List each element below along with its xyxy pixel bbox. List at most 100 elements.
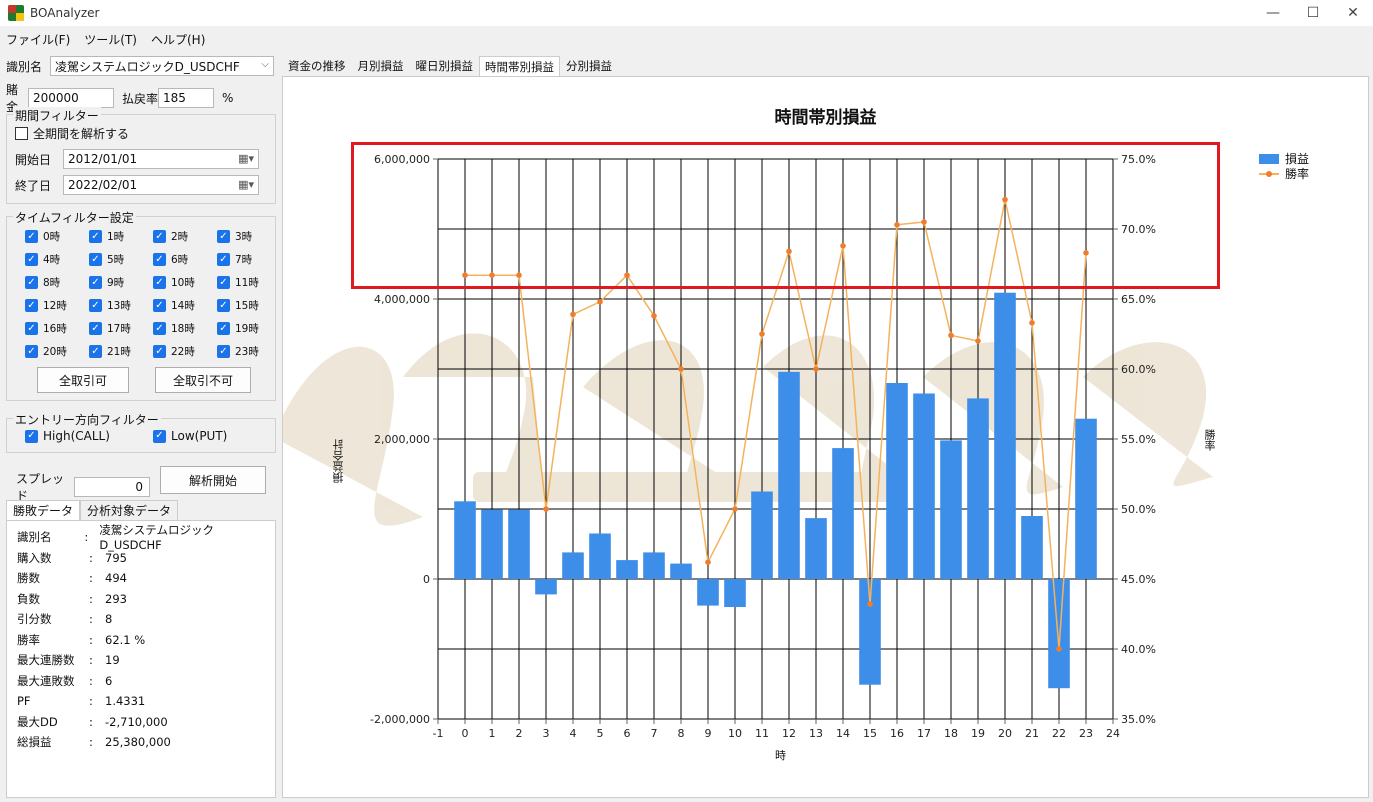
hour-filter-item[interactable]: ✓ 20時 — [25, 344, 67, 359]
stat-value: 25,380,000 — [105, 735, 171, 750]
hour-checkbox[interactable]: ✓ — [89, 322, 102, 335]
hour-filter-item[interactable]: ✓ 5時 — [89, 252, 124, 267]
hour-filter-item[interactable]: ✓ 17時 — [89, 321, 131, 336]
payout-input[interactable]: 185 — [158, 88, 214, 108]
bar-hour-7 — [643, 552, 665, 579]
x-tick-label: 14 — [836, 727, 850, 740]
hour-filter-item[interactable]: ✓ 15時 — [217, 298, 259, 313]
spread-label: スプレッド — [16, 472, 65, 503]
winrate-point-hour-7 — [651, 313, 657, 319]
start-date-picker[interactable]: 2012/01/01 ▦▾ — [63, 149, 259, 169]
stat-row: 負数:293 — [17, 589, 265, 610]
close-button[interactable]: ✕ — [1333, 0, 1373, 26]
stat-value: 293 — [105, 591, 127, 606]
all-off-button[interactable]: 全取引不可 — [155, 367, 251, 393]
hour-checkbox[interactable]: ✓ — [25, 253, 38, 266]
hour-checkbox[interactable]: ✓ — [89, 230, 102, 243]
hour-checkbox[interactable]: ✓ — [217, 230, 230, 243]
y2-tick-label: 35.0% — [1121, 713, 1156, 726]
hour-filter-item[interactable]: ✓ 11時 — [217, 275, 259, 290]
hour-checkbox[interactable]: ✓ — [153, 299, 166, 312]
hour-filter-item[interactable]: ✓ 7時 — [217, 252, 252, 267]
tab-monthly[interactable]: 月別損益 — [352, 56, 410, 76]
hour-filter-item[interactable]: ✓ 12時 — [25, 298, 67, 313]
hour-filter-item[interactable]: ✓ 13時 — [89, 298, 131, 313]
hour-filter-item[interactable]: ✓ 21時 — [89, 344, 131, 359]
hour-filter-item[interactable]: ✓ 22時 — [153, 344, 195, 359]
y2-axis-title: 勝率 — [1203, 429, 1216, 451]
end-date-picker[interactable]: 2022/02/01 ▦▾ — [63, 175, 259, 195]
hour-checkbox[interactable]: ✓ — [217, 345, 230, 358]
tab-fund-trend[interactable]: 資金の推移 — [282, 56, 352, 76]
hour-checkbox[interactable]: ✓ — [89, 253, 102, 266]
x-tick-label: 1 — [489, 727, 496, 740]
low-put-label: Low(PUT) — [171, 429, 228, 443]
tab-analysis-data[interactable]: 分析対象データ — [80, 500, 179, 520]
hour-checkbox[interactable]: ✓ — [217, 299, 230, 312]
hour-filter-item[interactable]: ✓ 23時 — [217, 344, 259, 359]
hour-filter-item[interactable]: ✓ 14時 — [153, 298, 195, 313]
minimize-button[interactable]: — — [1253, 0, 1293, 26]
high-call-checkbox[interactable]: ✓ — [25, 429, 38, 443]
hour-checkbox[interactable]: ✓ — [89, 276, 102, 289]
hour-checkbox[interactable]: ✓ — [25, 299, 38, 312]
id-label: 識別名 — [6, 59, 43, 74]
all-on-button[interactable]: 全取引可 — [37, 367, 129, 393]
all-period-checkbox[interactable] — [15, 127, 28, 140]
hour-filter-item[interactable]: ✓ 2時 — [153, 229, 188, 244]
hour-filter-item[interactable]: ✓ 3時 — [217, 229, 252, 244]
hour-filter-item[interactable]: ✓ 8時 — [25, 275, 60, 290]
tab-minute[interactable]: 分別損益 — [560, 56, 618, 76]
maximize-button[interactable]: ☐ — [1293, 0, 1333, 26]
stat-colon: : — [89, 673, 93, 688]
winrate-point-hour-15 — [867, 601, 873, 607]
hour-checkbox[interactable]: ✓ — [153, 322, 166, 335]
x-tick-label: 5 — [597, 727, 604, 740]
hour-checkbox[interactable]: ✓ — [217, 276, 230, 289]
y2-tick-label: 60.0% — [1121, 363, 1156, 376]
analyze-start-button[interactable]: 解析開始 — [160, 466, 266, 494]
x-tick-label: 4 — [570, 727, 577, 740]
hour-filter-item[interactable]: ✓ 18時 — [153, 321, 195, 336]
menu-tools[interactable]: ツール(T) — [84, 31, 137, 48]
tab-weekday[interactable]: 曜日別損益 — [410, 56, 480, 76]
hour-checkbox[interactable]: ✓ — [153, 345, 166, 358]
hour-filter-item[interactable]: ✓ 1時 — [89, 229, 124, 244]
hour-filter-item[interactable]: ✓ 6時 — [153, 252, 188, 267]
bar-hour-9 — [697, 579, 719, 606]
hour-checkbox[interactable]: ✓ — [89, 299, 102, 312]
hour-filter-item[interactable]: ✓ 4時 — [25, 252, 60, 267]
hour-checkbox[interactable]: ✓ — [153, 276, 166, 289]
spread-input[interactable]: 0 — [74, 477, 150, 497]
menu-file[interactable]: ファイル(F) — [6, 31, 70, 48]
winrate-point-hour-3 — [543, 506, 549, 512]
hour-checkbox-label: 18時 — [171, 323, 195, 335]
stat-key: 負数 — [17, 591, 40, 606]
hour-checkbox[interactable]: ✓ — [217, 322, 230, 335]
hour-checkbox[interactable]: ✓ — [153, 230, 166, 243]
bar-hour-18 — [940, 440, 962, 579]
hour-checkbox[interactable]: ✓ — [25, 230, 38, 243]
bet-input[interactable]: 200000 — [28, 88, 114, 108]
hour-checkbox[interactable]: ✓ — [217, 253, 230, 266]
stat-row: 最大連敗数:6 — [17, 671, 265, 692]
hour-checkbox[interactable]: ✓ — [25, 276, 38, 289]
hour-checkbox[interactable]: ✓ — [25, 322, 38, 335]
hour-filter-item[interactable]: ✓ 16時 — [25, 321, 67, 336]
hour-filter-item[interactable]: ✓ 19時 — [217, 321, 259, 336]
end-date-label: 終了日 — [15, 178, 52, 193]
hour-checkbox[interactable]: ✓ — [25, 345, 38, 358]
menu-help[interactable]: ヘルプ(H) — [151, 31, 205, 48]
stat-value: 1.4331 — [105, 694, 146, 709]
hour-filter-item[interactable]: ✓ 9時 — [89, 275, 124, 290]
stat-row: 勝数:494 — [17, 568, 265, 589]
id-select[interactable]: 凌駕システムロジックD_USDCHF ⌵ — [50, 56, 274, 76]
tab-hourly[interactable]: 時間帯別損益 — [479, 56, 560, 76]
tab-win-loss[interactable]: 勝敗データ — [6, 500, 81, 520]
hour-checkbox[interactable]: ✓ — [153, 253, 166, 266]
low-put-checkbox[interactable]: ✓ — [153, 429, 166, 443]
hour-filter-item[interactable]: ✓ 0時 — [25, 229, 60, 244]
hour-checkbox[interactable]: ✓ — [89, 345, 102, 358]
bar-hour-6 — [616, 560, 638, 579]
hour-filter-item[interactable]: ✓ 10時 — [153, 275, 195, 290]
